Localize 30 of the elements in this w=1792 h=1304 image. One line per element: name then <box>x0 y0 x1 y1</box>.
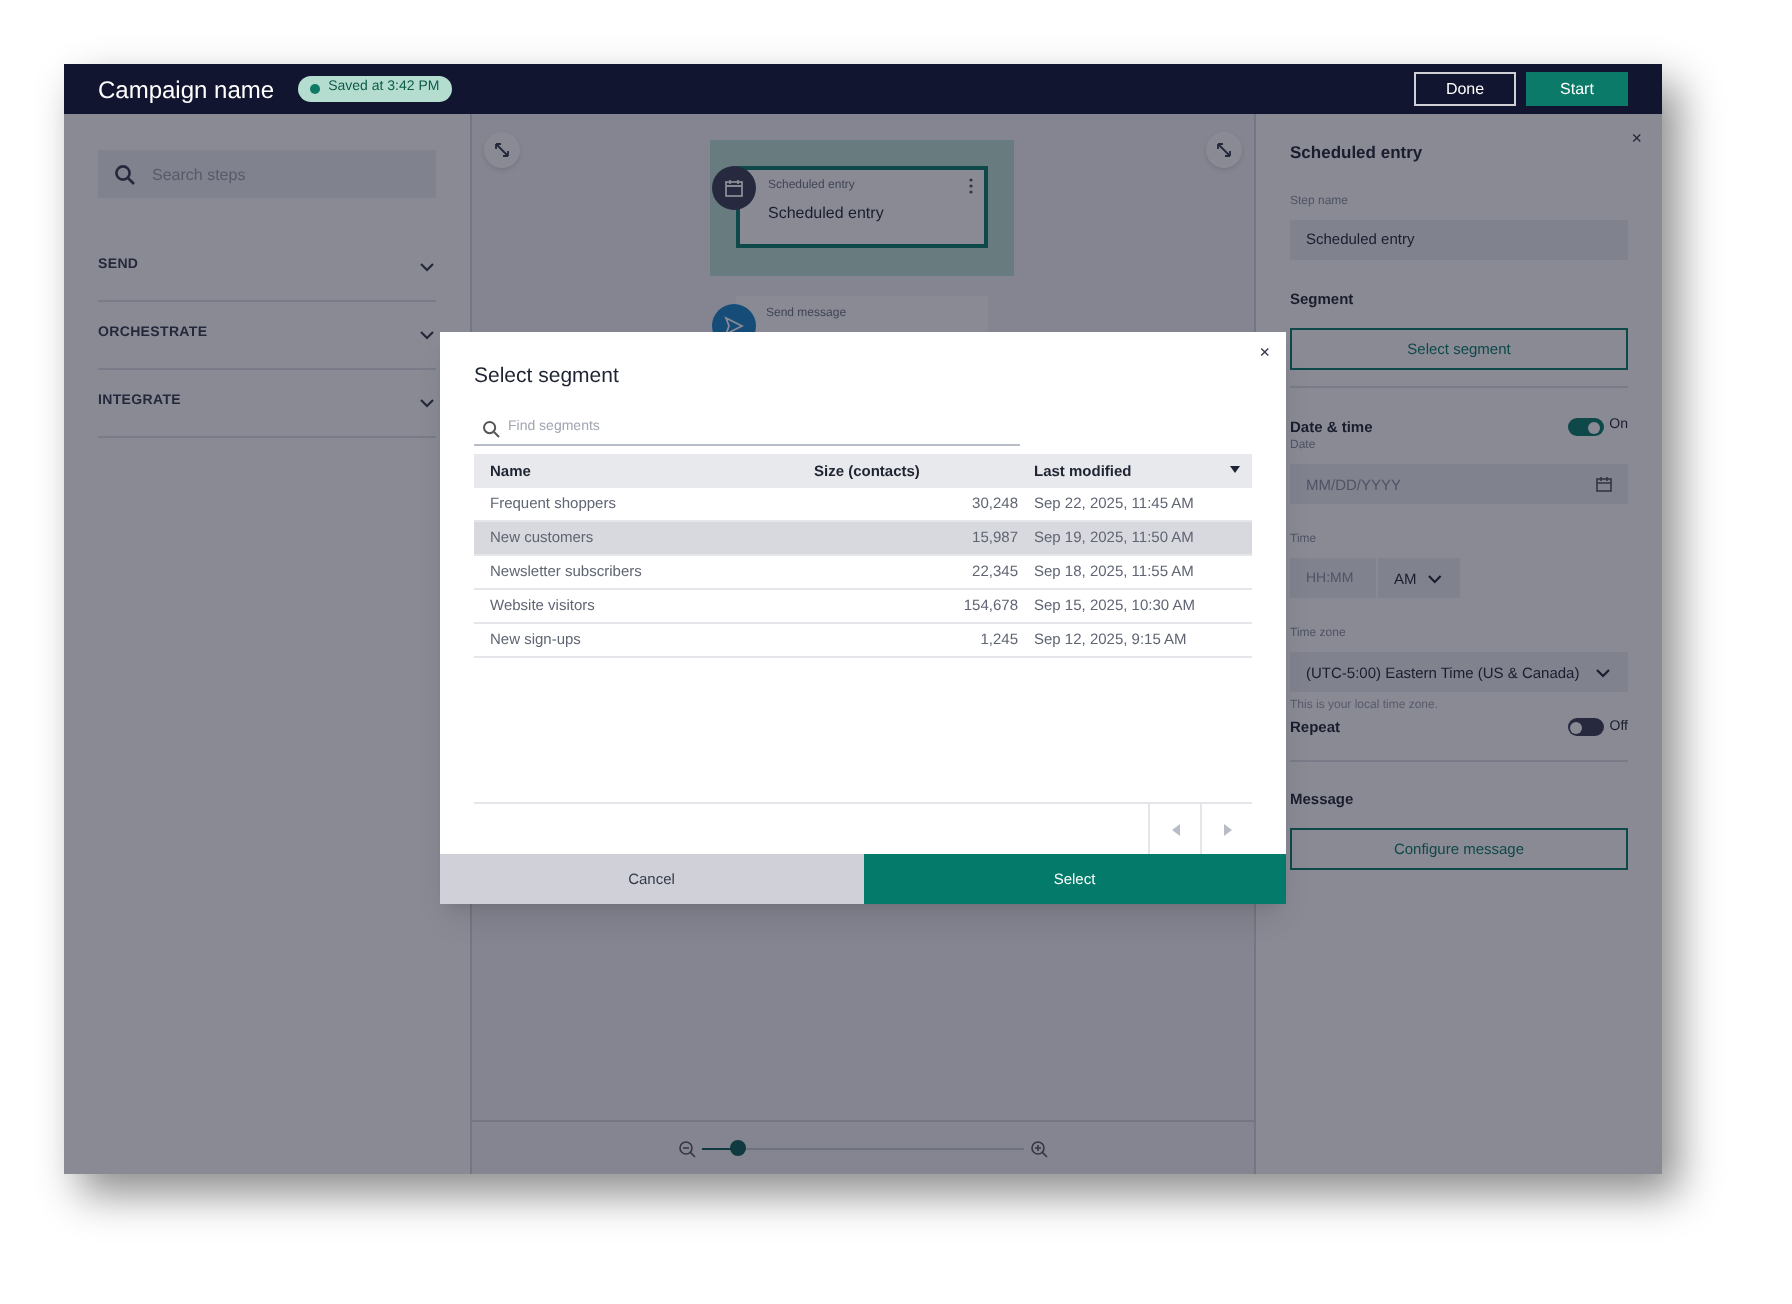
app-title: Campaign name <box>98 73 275 107</box>
close-icon[interactable]: × <box>1259 340 1270 367</box>
expand-icon <box>490 138 514 162</box>
expand-icon <box>1212 138 1236 162</box>
panel-title: Scheduled entry <box>1290 140 1425 166</box>
sort-caret-icon <box>1230 466 1240 475</box>
step-title: Scheduled entry <box>768 202 886 226</box>
more-icon <box>968 178 974 194</box>
dialog-title: Select segment <box>474 362 621 392</box>
zoom-in-icon <box>1030 1139 1048 1157</box>
done-button[interactable]: Done <box>1414 72 1516 106</box>
close-icon[interactable]: × <box>1631 126 1642 153</box>
expand-button[interactable] <box>1206 132 1242 168</box>
right-caret-icon <box>1223 824 1231 836</box>
chevron-icon <box>418 394 436 412</box>
search-icon <box>114 163 136 185</box>
search-icon <box>482 419 500 438</box>
toggle-switch[interactable] <box>1567 418 1604 437</box>
expand-button[interactable] <box>484 132 520 168</box>
toggle-switch[interactable] <box>1567 718 1604 737</box>
zoom-out-icon <box>678 1139 696 1157</box>
chevron-icon <box>1426 569 1444 588</box>
calendar-icon <box>712 166 756 210</box>
chevron-icon <box>1594 663 1612 682</box>
left-caret-icon <box>1171 824 1179 836</box>
chevron-icon <box>418 258 436 276</box>
chevron-icon <box>418 326 436 344</box>
slider-thumb[interactable] <box>729 1140 746 1156</box>
calendar-icon <box>1596 476 1612 493</box>
start-button[interactable]: Start <box>1526 72 1628 106</box>
